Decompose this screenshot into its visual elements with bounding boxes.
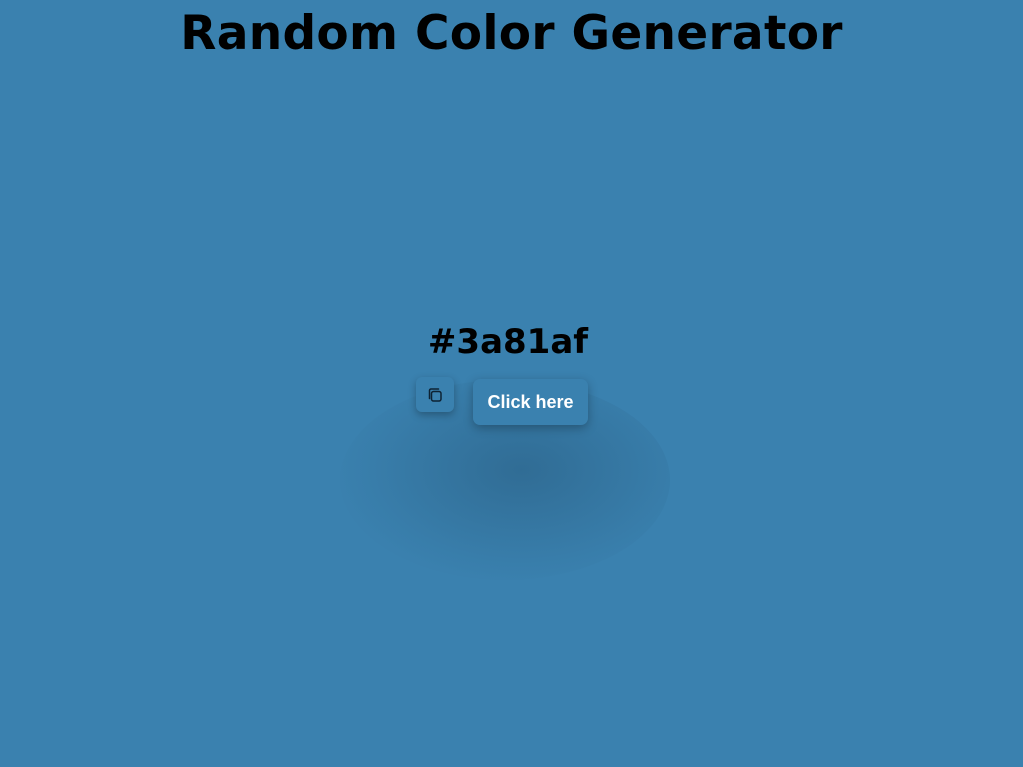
copy-icon [426, 386, 444, 404]
copy-button[interactable] [416, 377, 454, 412]
color-hex-code: #3a81af [427, 322, 589, 362]
page-title: Random Color Generator [180, 6, 843, 61]
generate-color-button[interactable]: Click here [473, 379, 588, 425]
